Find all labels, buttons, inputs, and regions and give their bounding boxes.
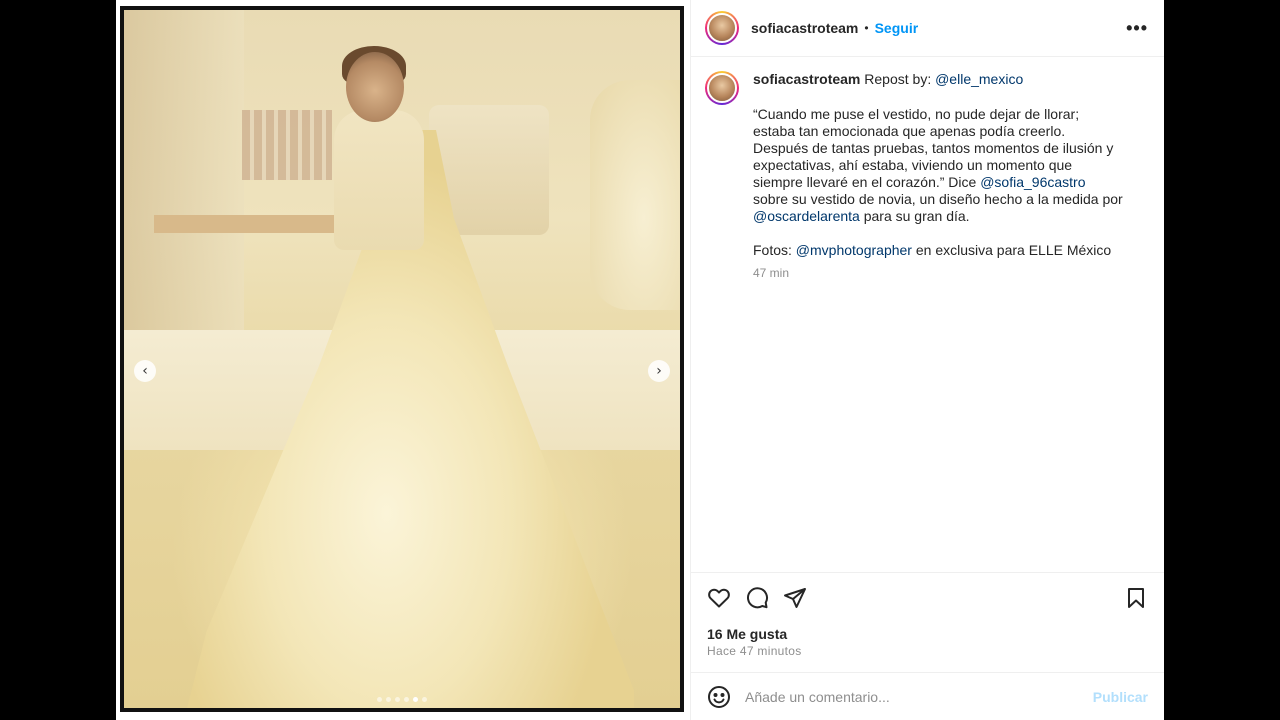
carousel-dot xyxy=(386,697,391,702)
post-header: sofiacastroteam • Seguir ••• xyxy=(691,0,1164,57)
caption-text: “Cuando me puse el vestido, no pude deja… xyxy=(753,106,1123,225)
carousel-prev-button[interactable]: ‹ xyxy=(134,360,156,382)
more-options-icon[interactable]: ••• xyxy=(1126,18,1148,39)
photo-table xyxy=(154,215,334,233)
avatar-image xyxy=(707,13,737,43)
mention-sofia-link[interactable]: @sofia_96castro xyxy=(980,174,1085,190)
carousel-dot xyxy=(377,697,382,702)
share-icon[interactable] xyxy=(783,586,807,610)
photo-shelf xyxy=(242,110,332,180)
photographer-link[interactable]: @mvphotographer xyxy=(796,242,912,258)
header-separator: • xyxy=(864,21,869,35)
carousel-dots xyxy=(377,697,427,702)
photo-frame: ‹ › xyxy=(120,6,684,712)
caption-header: sofiacastroteam Repost by: @elle_mexico xyxy=(753,71,1123,88)
action-bar xyxy=(691,572,1164,622)
photo-bride-torso xyxy=(334,110,424,250)
post-media: ‹ › xyxy=(116,0,690,720)
caption-body: sofiacastroteam Repost by: @elle_mexico … xyxy=(753,71,1123,282)
likes-count[interactable]: 16 Me gusta xyxy=(707,626,787,642)
photo-dress-right xyxy=(590,80,680,310)
header-username[interactable]: sofiacastroteam xyxy=(751,20,858,36)
photos-suffix: en exclusiva para ELLE México xyxy=(911,242,1112,258)
caption-time: 47 min xyxy=(753,266,790,280)
repost-prefix: Repost by: xyxy=(860,71,936,87)
carousel-next-button[interactable]: › xyxy=(648,360,670,382)
comment-input[interactable] xyxy=(745,688,1075,705)
carousel-dot xyxy=(404,697,409,702)
publish-button[interactable]: Publicar xyxy=(1093,689,1148,705)
caption-photo-credit: Fotos: @mvphotographer en exclusiva para… xyxy=(753,242,1123,259)
mention-oscar-link[interactable]: @oscardelarenta xyxy=(753,208,860,224)
post-photo: ‹ › xyxy=(124,10,680,708)
post-timestamp: Hace 47 minutos xyxy=(707,644,802,658)
caption-username[interactable]: sofiacastroteam xyxy=(753,71,860,87)
caption-text-part2: sobre su vestido de novia, un diseño hec… xyxy=(753,191,1123,207)
emoji-icon[interactable] xyxy=(707,685,731,709)
repost-handle-link[interactable]: @elle_mexico xyxy=(935,71,1023,87)
heart-icon[interactable] xyxy=(707,586,731,610)
photo-bride-head xyxy=(346,52,404,122)
bookmark-icon[interactable] xyxy=(1124,586,1148,610)
photo-wall xyxy=(124,10,244,340)
follow-button[interactable]: Seguir xyxy=(875,20,919,36)
carousel-dot xyxy=(395,697,400,702)
avatar-image xyxy=(707,73,737,103)
comment-icon[interactable] xyxy=(745,586,769,610)
carousel-dot xyxy=(413,697,418,702)
comment-composer: Publicar xyxy=(691,672,1164,720)
caption-avatar[interactable] xyxy=(705,71,739,105)
post-side-panel: sofiacastroteam • Seguir ••• sofiacastro… xyxy=(690,0,1164,720)
photos-prefix: Fotos: xyxy=(753,242,796,258)
avatar[interactable] xyxy=(705,11,739,45)
caption-text-part3: para su gran día. xyxy=(859,208,970,224)
carousel-dot xyxy=(422,697,427,702)
caption-comment: sofiacastroteam Repost by: @elle_mexico … xyxy=(691,57,1164,282)
